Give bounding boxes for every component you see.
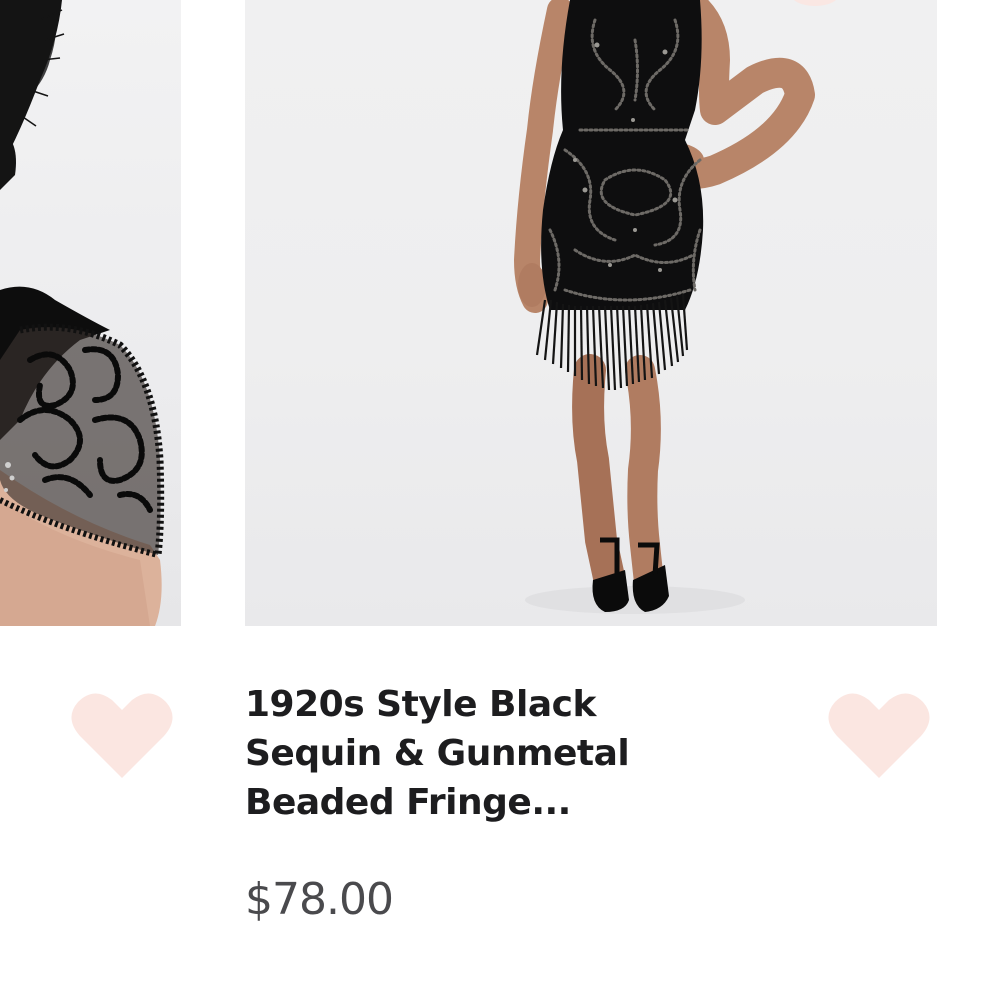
favorite-button-previous[interactable]	[70, 690, 174, 780]
product-title[interactable]: 1920s Style Black Sequin & Gunmetal Bead…	[245, 680, 715, 827]
product-title-line: Sequin & Gunmetal	[245, 733, 630, 774]
heart-icon	[828, 693, 930, 778]
favorite-button[interactable]	[827, 690, 931, 780]
product-title-line: 1920s Style Black	[245, 684, 596, 725]
product-image[interactable]	[245, 0, 937, 626]
product-title-line: Beaded Fringe...	[245, 782, 571, 823]
model-dress-illustration	[513, 0, 815, 614]
previous-product-image[interactable]	[0, 0, 181, 626]
heart-icon	[71, 693, 173, 778]
product-price: $78.00	[245, 874, 394, 925]
product-carousel: 1920s Style Black Sequin & Gunmetal Bead…	[0, 0, 1000, 1000]
sleeve-detail-illustration	[0, 0, 165, 626]
